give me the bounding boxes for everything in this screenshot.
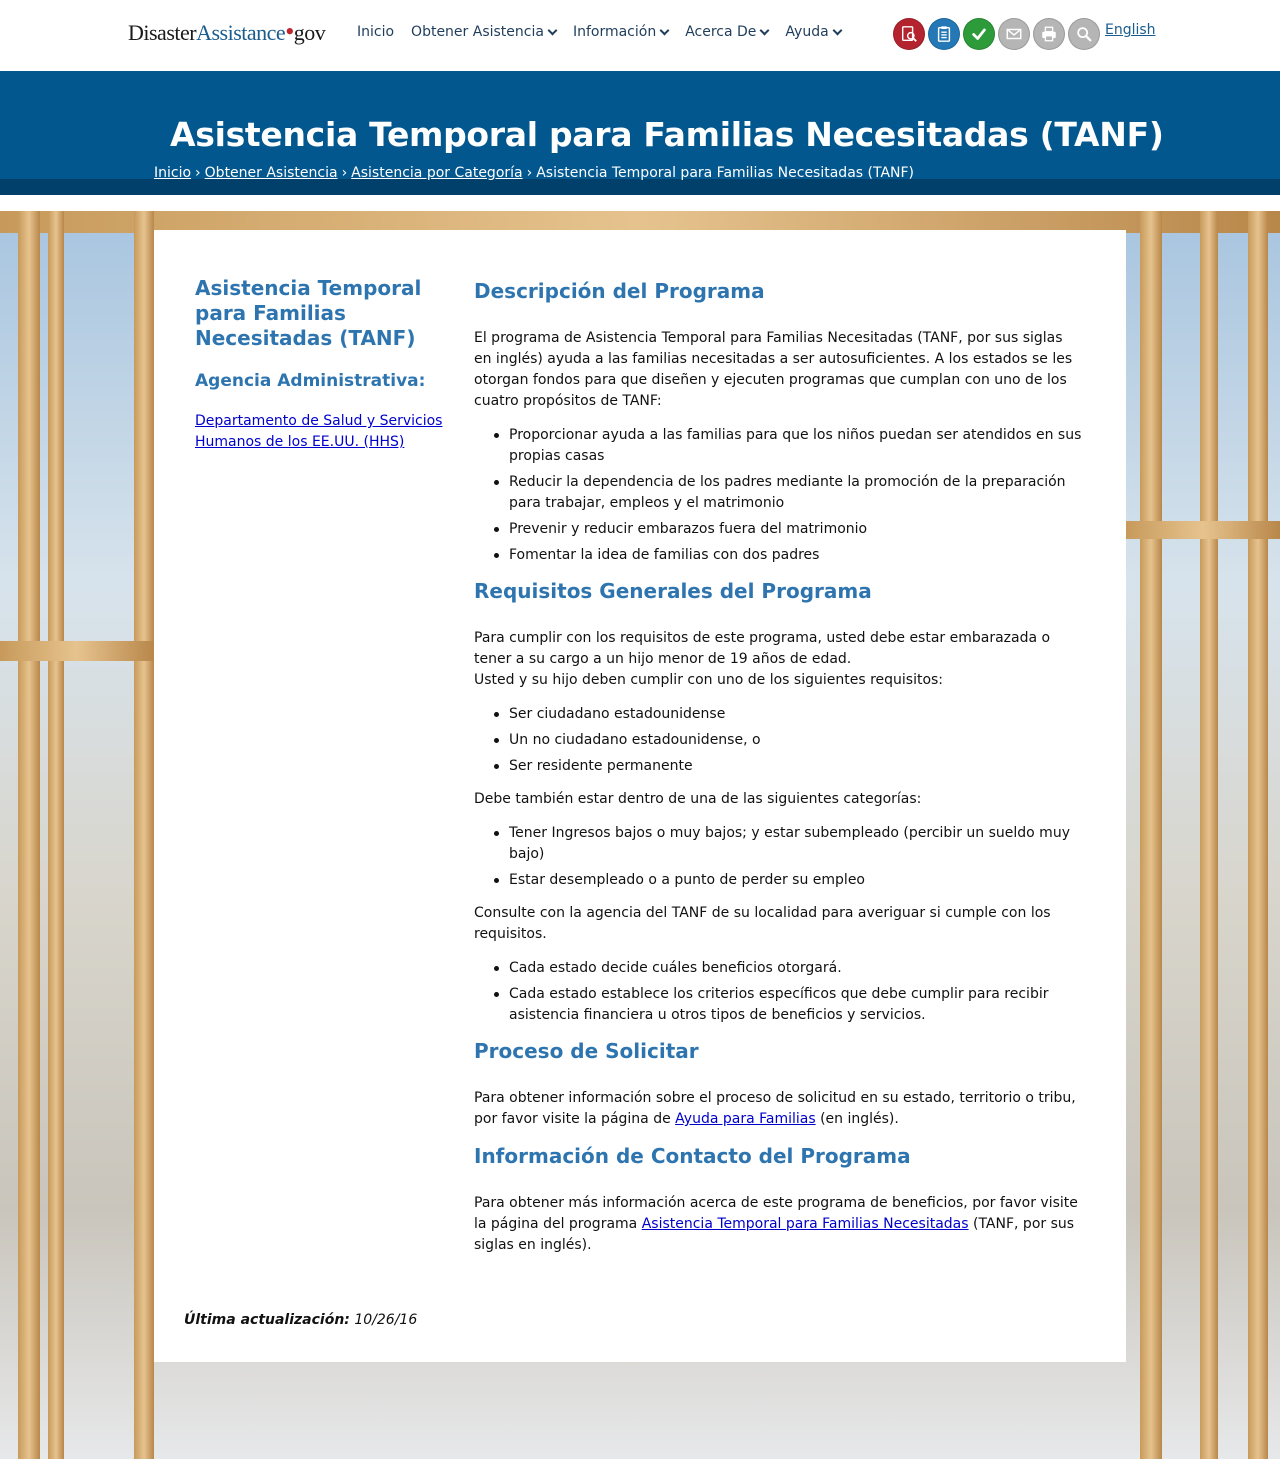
list-item: Fomentar la idea de familias con dos pad… (491, 545, 1084, 566)
background-stud (18, 211, 40, 1459)
top-navigation: DisasterAssistance•gov Inicio Obtener As… (0, 0, 1280, 71)
menu-label: Ayuda (785, 24, 829, 40)
check-status-icon[interactable] (963, 18, 995, 50)
contact-paragraph: Para obtener más información acerca de e… (474, 1193, 1084, 1256)
list-item: Proporcionar ayuda a las familias para q… (491, 425, 1084, 467)
apply-online-icon[interactable] (893, 18, 925, 50)
search-icon[interactable] (1068, 18, 1100, 50)
main-menu: Inicio Obtener Asistencia Información Ac… (357, 24, 858, 40)
menu-item-inicio[interactable]: Inicio (357, 24, 394, 40)
breadcrumb-separator: › (526, 165, 533, 181)
page-header-band: Asistencia Temporal para Familias Necesi… (0, 71, 1280, 195)
menu-label: Acerca De (685, 24, 757, 40)
last-updated-date: 10/26/16 (354, 1312, 418, 1328)
purposes-list: Proporcionar ayuda a las familias para q… (491, 425, 1084, 566)
requirements-line-2: Usted y su hijo deben cumplir con uno de… (474, 672, 944, 688)
main-content: Descripción del Programa El programa de … (474, 278, 1084, 1269)
email-icon[interactable] (998, 18, 1030, 50)
background-stud (134, 211, 154, 1459)
description-paragraph: El programa de Asistencia Temporal para … (474, 330, 1073, 409)
sidebar: Asistencia Temporal para Familias Necesi… (195, 276, 455, 453)
breadcrumb: Inicio › Obtener Asistencia › Asistencia por… (154, 165, 914, 181)
requirements-paragraph: Para cumplir con los requisitos de este … (474, 628, 1084, 691)
logo-text-assistance: Assistance (196, 20, 286, 45)
list-item: Cada estado establece los criterios espe… (491, 984, 1084, 1026)
content-card: Asistencia Temporal para Familias Necesi… (154, 230, 1126, 1362)
logo-text-gov: gov (293, 20, 326, 45)
chevron-down-icon (547, 25, 558, 35)
agency-heading: Agencia Administrativa: (195, 371, 426, 391)
ayuda-para-familias-link[interactable]: Ayuda para Familias (675, 1111, 815, 1127)
categories-paragraph: Debe también estar dentro de una de las … (474, 791, 922, 807)
list-item: Ser residente permanente (491, 756, 1084, 777)
chevron-down-icon (832, 25, 843, 35)
list-item: Un no ciudadano estadounidense, o (491, 730, 1084, 751)
background-stud (1248, 211, 1268, 1459)
last-updated-label: Última actualización: (184, 1312, 350, 1328)
checklist-icon[interactable] (928, 18, 960, 50)
menu-item-ayuda[interactable]: Ayuda (785, 24, 843, 40)
background-stud (1140, 211, 1162, 1459)
list-item: Ser ciudadano estadounidense (491, 704, 1084, 725)
requirements-line-1: Para cumplir con los requisitos de este … (474, 630, 1051, 667)
page-title: Asistencia Temporal para Familias Necesi… (170, 115, 1164, 154)
logo-text-disaster: Disaster (128, 20, 197, 45)
menu-label: Inicio (357, 24, 395, 40)
breadcrumb-link-obtener-asistencia[interactable]: Obtener Asistencia (205, 165, 338, 181)
logo-dot: • (285, 17, 294, 46)
list-item: Prevenir y reducir embarazos fuera del m… (491, 519, 1084, 540)
citizenship-list: Ser ciudadano estadounidense Un no ciuda… (491, 704, 1084, 777)
menu-label: Obtener Asistencia (411, 24, 544, 40)
consult-paragraph: Consulte con la agencia del TANF de su l… (474, 905, 1051, 942)
menu-item-informacion[interactable]: Información (572, 24, 670, 40)
menu-label: Información (572, 24, 657, 40)
background-beam (0, 641, 154, 661)
background-stud (1200, 211, 1218, 1459)
background-beam (1126, 521, 1280, 539)
breadcrumb-separator: › (195, 165, 201, 181)
menu-item-acerca-de[interactable]: Acerca De (685, 24, 770, 40)
breadcrumb-link-inicio[interactable]: Inicio (154, 165, 191, 181)
toolbar-icons (893, 18, 1100, 50)
breadcrumb-current: Asistencia Temporal para Familias Necesi… (536, 165, 915, 181)
site-logo[interactable]: DisasterAssistance•gov (128, 17, 326, 46)
language-toggle-link[interactable]: English (1105, 22, 1156, 38)
categories-list: Tener Ingresos bajos o muy bajos; y esta… (491, 823, 1084, 891)
chevron-down-icon (759, 25, 770, 35)
agency-link[interactable]: Departamento de Salud y Servicios Humano… (195, 411, 455, 453)
process-paragraph: Para obtener información sobre el proces… (474, 1088, 1084, 1130)
chevron-down-icon (659, 25, 670, 35)
tanf-program-link[interactable]: Asistencia Temporal para Familias Necesi… (642, 1216, 969, 1232)
section-heading-description: Descripción del Programa (474, 279, 765, 303)
section-heading-contact: Información de Contacto del Programa (474, 1144, 911, 1168)
section-heading-requirements: Requisitos Generales del Programa (474, 579, 872, 603)
process-text-end: (en inglés). (815, 1111, 899, 1127)
list-item: Estar desempleado o a punto de perder su… (491, 870, 1084, 891)
state-criteria-list: Cada estado decide cuáles beneficios oto… (491, 958, 1084, 1026)
section-heading-process: Proceso de Solicitar (474, 1039, 699, 1063)
list-item: Reducir la dependencia de los padres med… (491, 472, 1084, 514)
last-updated: Última actualización: 10/26/16 (184, 1312, 417, 1328)
list-item: Cada estado decide cuáles beneficios oto… (491, 958, 1084, 979)
background-stud (48, 211, 64, 1459)
sidebar-title: Asistencia Temporal para Familias Necesi… (195, 276, 422, 350)
breadcrumb-separator: › (341, 165, 348, 181)
list-item: Tener Ingresos bajos o muy bajos; y esta… (491, 823, 1084, 865)
breadcrumb-link-asistencia-por-categoria[interactable]: Asistencia por Categoría (351, 165, 522, 181)
menu-item-obtener-asistencia[interactable]: Obtener Asistencia (411, 24, 558, 40)
print-icon[interactable] (1033, 18, 1065, 50)
